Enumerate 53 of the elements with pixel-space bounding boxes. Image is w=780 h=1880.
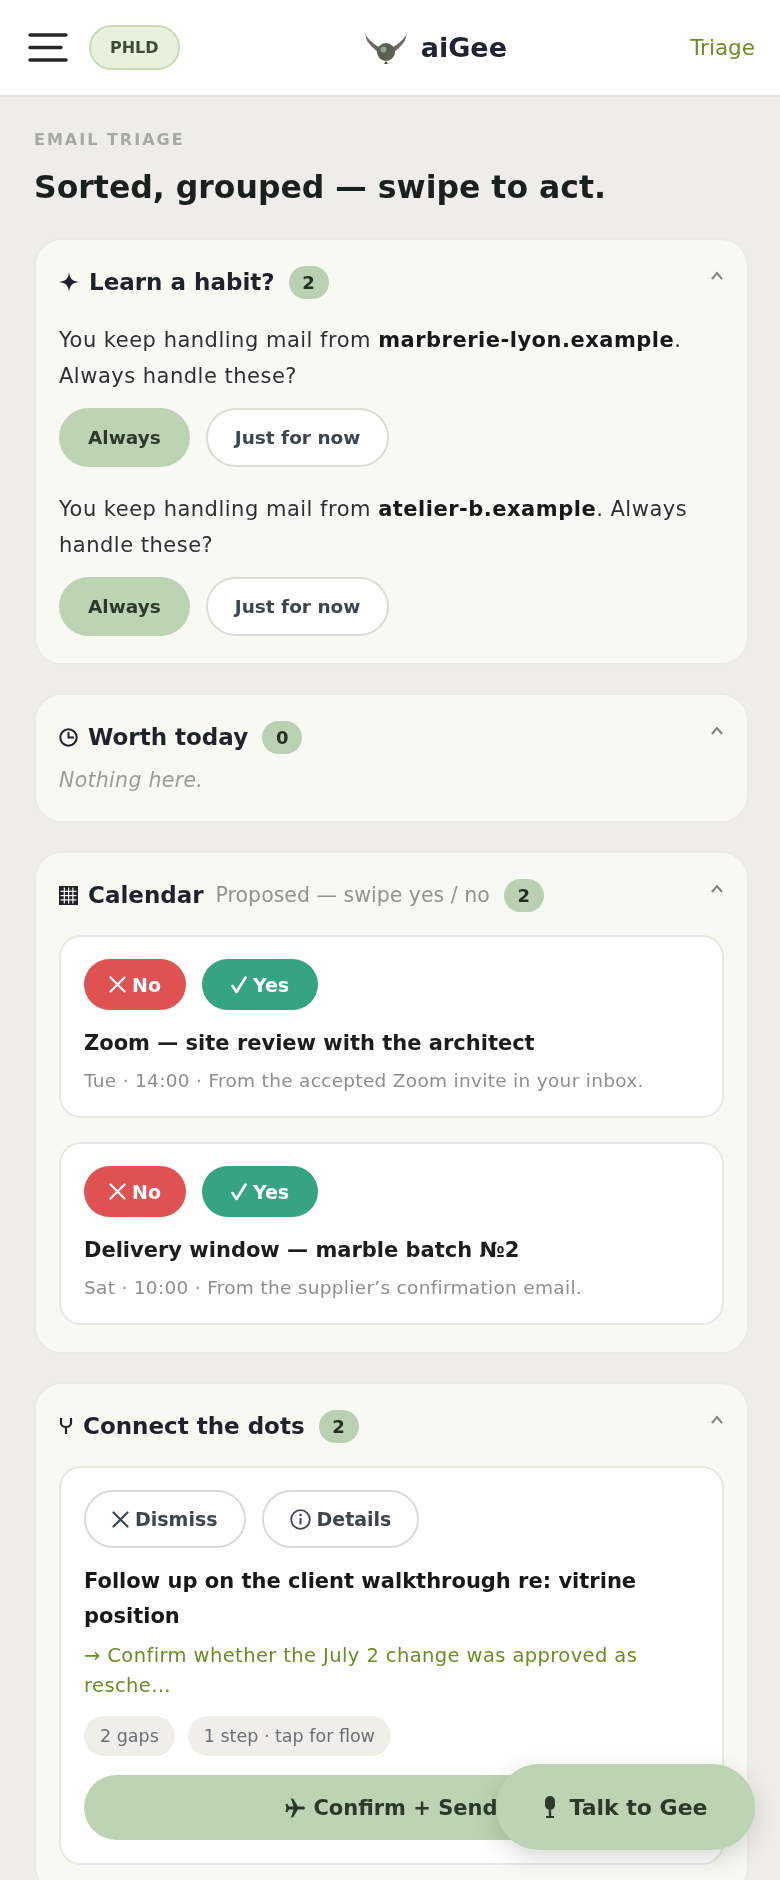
info-icon [289,1508,311,1530]
event-title: Delivery window — marble batch №2 [84,1237,521,1264]
caret-up-icon[interactable] [710,271,724,281]
section-title: Calendar [88,882,204,908]
sparkle-icon [59,272,79,292]
confirm-send-button[interactable]: Confirm + Send [84,1775,513,1840]
thread-tag[interactable]: 2 gaps [84,1716,175,1756]
event-title: Zoom — site review with the architect [84,1030,536,1057]
no-button[interactable]: No [84,959,186,1010]
clock-icon [59,727,78,747]
caret-up-icon[interactable] [710,726,724,736]
caret-up-icon[interactable] [710,884,724,894]
habit-suggestion-text: You keep handling mail from marbrerie-lyon.example. Always handle these? [59,327,683,390]
section-subtitle: Proposed — swipe yes / no [215,883,490,907]
page-eyebrow: EMAIL TRIAGE [34,130,186,150]
airplane-icon [285,1797,306,1818]
fork-icon [59,1417,73,1435]
menu-button[interactable] [28,33,68,62]
details-button[interactable]: Details [261,1490,420,1548]
dismiss-button[interactable]: Dismiss [84,1490,246,1548]
count-badge: 2 [318,1409,359,1443]
section-title: Learn a habit? [89,269,275,295]
caret-up-icon[interactable] [710,1415,724,1425]
always-button[interactable]: Always [59,408,190,467]
just-for-now-button[interactable]: Just for now [205,577,390,636]
check-icon [230,1182,247,1201]
brand-name: aiGee [420,32,507,63]
microphone-icon [543,1796,558,1818]
page-title: Sorted, grouped — swipe to act. [34,168,607,207]
just-for-now-button[interactable]: Just for now [205,408,390,467]
empty-state-text: Nothing here. [59,767,205,794]
event-meta: Tue · 14:00 · From the accepted Zoom invite in your inbox. [84,1069,645,1093]
next-step-text: → Confirm whether the July 2 change was approved as resche… [84,1643,639,1699]
calendar-grid-icon [59,885,78,905]
always-button[interactable]: Always [59,577,190,636]
section-title: Connect the dots [83,1413,305,1439]
check-icon [230,975,247,994]
section-title: Worth today [88,724,249,750]
thread-title: Follow up on the client walkthrough re: vitrine position [84,1568,638,1630]
event-meta: Sat · 10:00 · From the supplier’s confirmation email. [84,1276,584,1300]
count-badge: 2 [503,878,544,912]
close-icon [109,976,126,993]
close-icon [109,1183,126,1200]
thread-tag[interactable]: 1 step · tap for flow [187,1716,391,1756]
triage-link[interactable]: Triage [690,35,755,60]
count-badge: 0 [262,720,303,754]
no-button[interactable]: No [84,1166,186,1217]
close-icon [112,1510,129,1528]
count-badge: 2 [288,265,329,299]
menu-icon [28,33,68,62]
habit-suggestion-text: You keep handling mail from atelier-b.example. Always handle these? [59,496,689,559]
workspace-badge[interactable]: PHLD [89,25,180,70]
talk-button[interactable]: Talk to Gee [496,1764,755,1850]
